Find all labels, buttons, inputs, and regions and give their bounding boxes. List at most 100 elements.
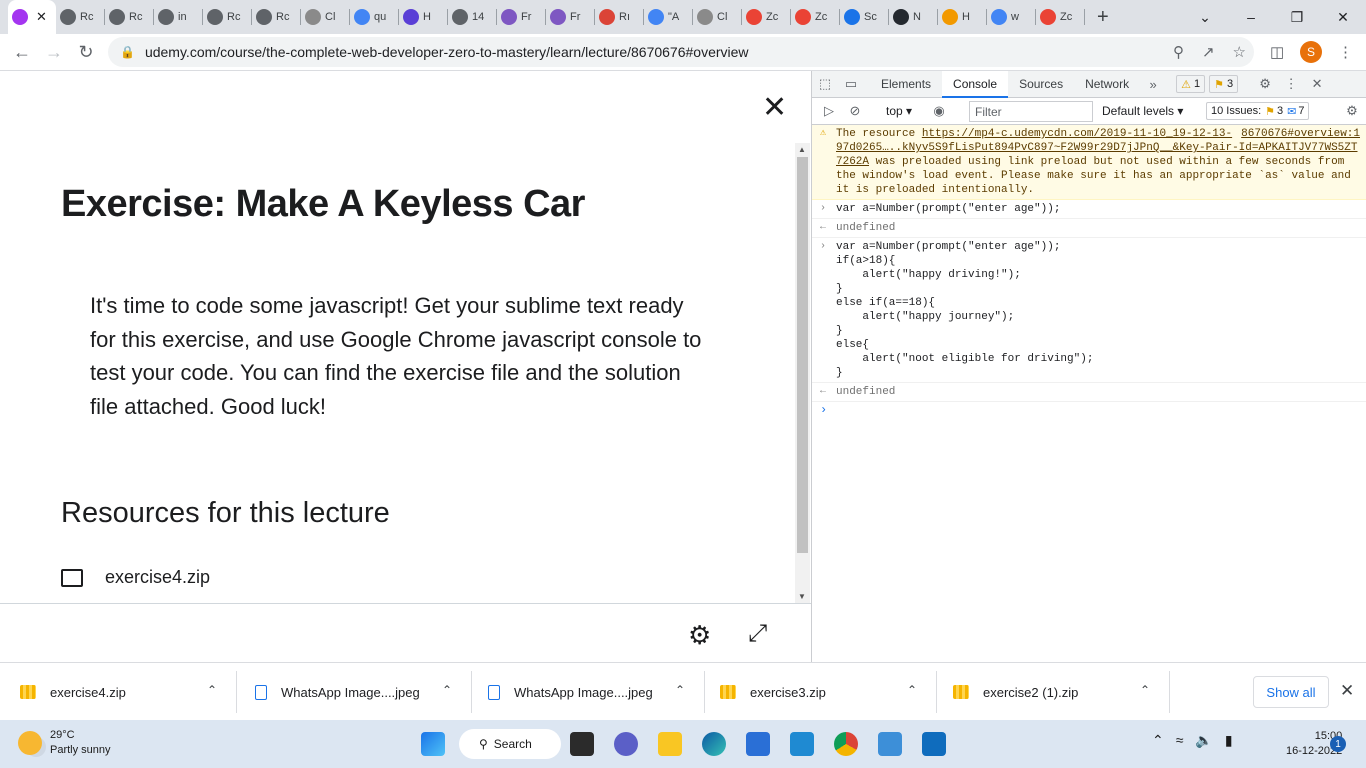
- close-window-button[interactable]: ✕: [1320, 0, 1366, 34]
- browser-tab[interactable]: Fr: [546, 0, 595, 34]
- browser-tab[interactable]: Zc: [742, 0, 791, 34]
- console-settings-icon[interactable]: ⚙: [1339, 103, 1365, 119]
- close-icon[interactable]: ✕: [762, 93, 787, 123]
- info-count-badge[interactable]: ⚑ 3: [1209, 75, 1239, 93]
- console-filter-input[interactable]: [969, 101, 1093, 122]
- browser-tab[interactable]: H: [399, 0, 448, 34]
- share-icon[interactable]: ↗: [1202, 43, 1215, 61]
- browser-tab[interactable]: "A: [644, 0, 693, 34]
- browser-tab[interactable]: Rı: [595, 0, 644, 34]
- devtools-tab-sources[interactable]: Sources: [1008, 71, 1074, 98]
- live-expression-eye-icon[interactable]: ◉: [926, 103, 952, 119]
- scroll-down-icon[interactable]: ▼: [798, 592, 806, 601]
- inspect-element-icon[interactable]: ⬚: [812, 76, 838, 92]
- console-prompt[interactable]: ›: [812, 402, 1366, 420]
- browser-tab[interactable]: Rc: [56, 0, 105, 34]
- close-downloads-icon[interactable]: ✕: [1340, 681, 1354, 701]
- fullscreen-expand-icon[interactable]: ⤢: [748, 620, 767, 648]
- vscode-icon[interactable]: [790, 732, 814, 756]
- teams-chat-icon[interactable]: [614, 732, 638, 756]
- side-panel-icon[interactable]: ◫: [1270, 34, 1284, 70]
- log-levels-dropdown[interactable]: Default levels ▾: [1102, 104, 1183, 118]
- new-tab-button[interactable]: +: [1097, 6, 1109, 29]
- browser-tab[interactable]: Rc: [105, 0, 154, 34]
- task-view-icon[interactable]: [570, 732, 594, 756]
- browser-tab[interactable]: Cl: [693, 0, 742, 34]
- browser-tab[interactable]: Zc: [1036, 0, 1085, 34]
- minimize-button[interactable]: –: [1228, 0, 1274, 34]
- download-options-chevron-icon[interactable]: ⌃: [442, 683, 452, 697]
- browser-tab[interactable]: 14: [448, 0, 497, 34]
- back-icon[interactable]: ←: [6, 42, 38, 63]
- browser-tab[interactable]: Zc: [791, 0, 840, 34]
- zoom-icon[interactable]: ⚲: [1173, 43, 1184, 61]
- more-tabs-icon[interactable]: »: [1140, 77, 1166, 92]
- tray-overflow-chevron-icon[interactable]: ⌃: [1152, 732, 1164, 749]
- browser-tab[interactable]: Rc: [252, 0, 301, 34]
- lock-icon[interactable]: 🔒: [120, 45, 135, 59]
- address-bar[interactable]: 🔒 udemy.com/course/the-complete-web-deve…: [108, 37, 1254, 67]
- tab-search-chevron-icon[interactable]: ⌄: [1182, 0, 1228, 34]
- browser-tab[interactable]: in: [154, 0, 203, 34]
- taskbar-search-button[interactable]: ⚲ Search: [459, 729, 561, 759]
- download-options-chevron-icon[interactable]: ⌃: [907, 683, 917, 697]
- resource-download-link[interactable]: exercise4.zip: [61, 567, 210, 588]
- devtools-tab-console[interactable]: Console: [942, 70, 1009, 98]
- download-options-chevron-icon[interactable]: ⌃: [207, 683, 217, 697]
- settings-gear-icon[interactable]: ⚙: [688, 620, 711, 651]
- devtools-tab-elements[interactable]: Elements: [870, 71, 942, 98]
- browser-tab[interactable]: H: [938, 0, 987, 34]
- browser-tab[interactable]: w: [987, 0, 1036, 34]
- warning-count-badge[interactable]: ⚠ 1: [1176, 75, 1206, 93]
- download-options-chevron-icon[interactable]: ⌃: [1140, 683, 1150, 697]
- browser-tab[interactable]: ✕: [8, 0, 56, 34]
- context-selector[interactable]: top ▾: [886, 104, 912, 118]
- show-all-downloads-button[interactable]: Show all: [1253, 676, 1329, 708]
- volume-icon[interactable]: 🔈: [1195, 732, 1212, 749]
- notepad-icon[interactable]: [878, 732, 902, 756]
- windows-start-icon[interactable]: [421, 732, 445, 756]
- w-icon: [942, 9, 958, 25]
- browser-tab[interactable]: Cl: [301, 0, 350, 34]
- browser-tab[interactable]: Sc: [840, 0, 889, 34]
- browser-tab[interactable]: Fr: [497, 0, 546, 34]
- battery-icon[interactable]: ▮: [1225, 732, 1233, 749]
- chrome-menu-icon[interactable]: ⋮: [1338, 34, 1353, 70]
- tab-close-icon[interactable]: ✕: [36, 9, 47, 25]
- source-location-link[interactable]: 8670676#overview:1: [1241, 127, 1360, 141]
- devtools-close-icon[interactable]: ✕: [1304, 76, 1330, 92]
- forward-icon[interactable]: →: [38, 42, 70, 63]
- mail-icon[interactable]: [922, 732, 946, 756]
- browser-tab[interactable]: qu: [350, 0, 399, 34]
- reload-icon[interactable]: ↻: [70, 42, 102, 63]
- devtools-settings-icon[interactable]: ⚙: [1252, 76, 1278, 92]
- device-toolbar-icon[interactable]: ▭: [838, 76, 864, 92]
- scroll-up-icon[interactable]: ▲: [798, 145, 806, 154]
- download-item[interactable]: WhatsApp Image....jpeg: [255, 663, 420, 721]
- file-explorer-icon[interactable]: [658, 732, 682, 756]
- download-item[interactable]: exercise3.zip: [720, 663, 826, 721]
- clear-console-icon[interactable]: ⊘: [842, 103, 868, 119]
- issues-button[interactable]: 10 Issues: ⚑ 3 ✉ 7: [1206, 102, 1310, 120]
- profile-avatar[interactable]: S: [1300, 41, 1322, 63]
- page-scrollbar[interactable]: ▲ ▼: [795, 143, 810, 603]
- sidebar-toggle-icon[interactable]: ▷: [816, 103, 842, 119]
- microsoft-store-icon[interactable]: [746, 732, 770, 756]
- devtools-tab-network[interactable]: Network: [1074, 71, 1140, 98]
- weather-widget[interactable]: 29°C Partly sunny: [18, 728, 111, 758]
- browser-tab[interactable]: Rc: [203, 0, 252, 34]
- chrome-taskbar-icon[interactable]: [834, 732, 858, 756]
- edge-browser-icon[interactable]: [702, 732, 726, 756]
- bookmark-star-icon[interactable]: ☆: [1233, 43, 1246, 61]
- maximize-button[interactable]: ❐: [1274, 0, 1320, 34]
- download-options-chevron-icon[interactable]: ⌃: [675, 683, 685, 697]
- download-item[interactable]: exercise4.zip: [20, 663, 126, 721]
- scroll-thumb[interactable]: [797, 157, 808, 553]
- globe-icon: [158, 9, 174, 25]
- notification-badge[interactable]: 1: [1330, 736, 1346, 752]
- devtools-menu-icon[interactable]: ⋮: [1278, 76, 1304, 92]
- browser-tab[interactable]: N: [889, 0, 938, 34]
- download-item[interactable]: exercise2 (1).zip: [953, 663, 1078, 721]
- download-item[interactable]: WhatsApp Image....jpeg: [488, 663, 653, 721]
- wifi-icon[interactable]: ≈: [1176, 732, 1184, 749]
